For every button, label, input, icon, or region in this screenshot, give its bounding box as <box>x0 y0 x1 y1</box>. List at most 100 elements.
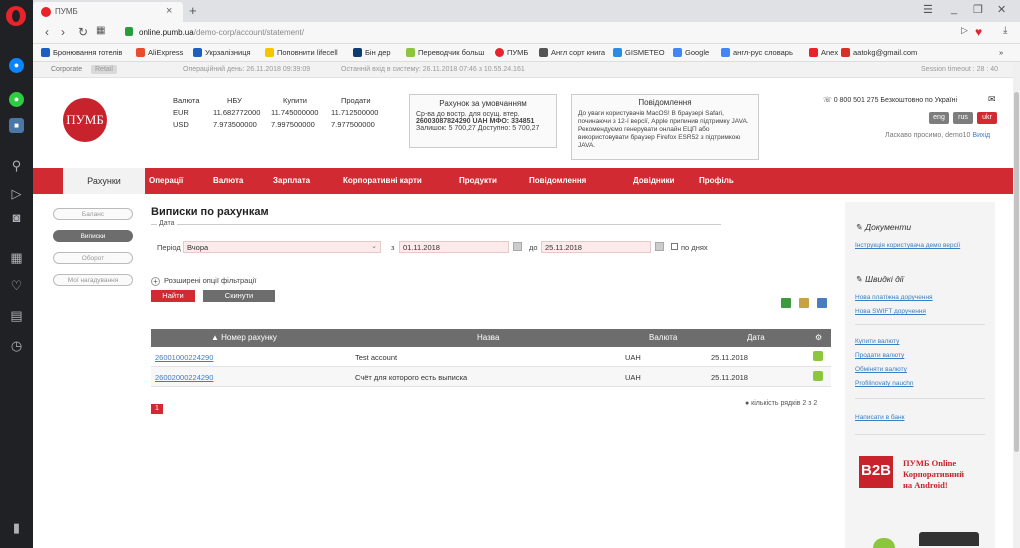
heart-icon[interactable]: ♡ <box>9 278 24 293</box>
to-date-input[interactable]: 25.11.2018 <box>541 241 651 253</box>
more-bookmarks-icon[interactable]: » <box>999 48 1003 57</box>
tab-menu-icon[interactable]: ☰ <box>923 3 933 16</box>
tab-corporate[interactable]: Corporate <box>47 65 86 74</box>
exchange-currency-link[interactable]: Обміняти валюту <box>855 366 907 373</box>
scrollbar-thumb[interactable] <box>1014 92 1019 452</box>
user-manual-link[interactable]: Інструкція користувача демо версії <box>855 242 960 249</box>
news-icon[interactable]: ▷ <box>9 186 24 201</box>
back-icon[interactable]: ‹ <box>45 25 49 39</box>
buy-currency-link[interactable]: Купити валюту <box>855 338 899 345</box>
menu-item-messages[interactable]: Повідомлення <box>529 176 586 185</box>
new-swift-link[interactable]: Нова SWIFT доручення <box>855 308 926 315</box>
account-number-link[interactable]: 26002000224290 <box>155 373 213 382</box>
browser-tab[interactable]: ПУМБ × <box>33 2 183 22</box>
menu-item-profile[interactable]: Профіль <box>699 176 734 185</box>
lang-eng-button[interactable]: eng <box>929 112 949 124</box>
row-count-text: ● кількість рядків 2 з 2 <box>745 400 818 407</box>
leftnav-reminders[interactable]: Мої нагадування <box>53 274 133 286</box>
apps-icon[interactable]: ▦ <box>9 250 24 265</box>
bookmark-6[interactable]: ПУМБ <box>495 48 528 57</box>
android-promo-banner[interactable]: B2B ПУМБ Online Корпоративний на Android… <box>855 452 990 548</box>
print-icon[interactable] <box>817 298 827 308</box>
calendar-icon[interactable] <box>655 242 664 251</box>
calendar-icon[interactable] <box>513 242 522 251</box>
bookmark-2[interactable]: Укрзалізниця <box>193 48 251 57</box>
lang-ukr-button[interactable]: ukr <box>977 112 997 124</box>
logout-link[interactable]: Вихід <box>972 132 990 139</box>
close-tab-icon[interactable]: × <box>166 5 172 17</box>
period-select[interactable]: Вчора ⌄ <box>183 241 381 253</box>
clock-icon[interactable]: ◷ <box>9 338 24 353</box>
send-icon[interactable]: ▷ <box>961 25 968 36</box>
maximize-icon[interactable]: ❐ <box>973 3 983 16</box>
menu-item-directories[interactable]: Довідники <box>633 176 675 185</box>
col-account-number[interactable]: ▲ Номер рахунку <box>211 333 277 342</box>
pumb-logo[interactable]: ПУМБ <box>63 98 107 142</box>
from-date-input[interactable]: 01.11.2018 <box>399 241 509 253</box>
leftnav-statements[interactable]: Виписки <box>53 230 133 242</box>
download-icon[interactable]: ⤓ <box>1003 25 1007 36</box>
open-statement-icon[interactable] <box>813 351 823 361</box>
table-row[interactable]: 26002000224290 Счёт для которого есть вы… <box>151 367 831 387</box>
page-scrollbar[interactable] <box>1013 62 1020 548</box>
sidebar-toggle-icon[interactable]: ▮ <box>9 520 24 535</box>
default-account-box[interactable]: Рахунок за умовчанням Ср-ва до востр. дл… <box>409 94 557 148</box>
new-tab-button[interactable]: + <box>189 3 197 18</box>
url-field[interactable]: online.pumb.ua/demo-corp/account/stateme… <box>125 25 925 41</box>
bookmark-0[interactable]: Бронювання готелів <box>41 48 122 57</box>
bookmark-8[interactable]: GISMETEO <box>613 48 665 57</box>
vk-icon[interactable]: ■ <box>9 118 24 133</box>
history-icon[interactable]: ▤ <box>9 308 24 323</box>
col-currency[interactable]: Валюта <box>649 333 677 342</box>
sell-currency-link[interactable]: Продати валюту <box>855 352 904 359</box>
write-bank-link[interactable]: Написати в банк <box>855 414 904 421</box>
leftnav-turnover[interactable]: Оборот <box>53 252 133 264</box>
reset-button[interactable]: Скинути <box>203 290 275 302</box>
menu-item-salary[interactable]: Зарплата <box>273 176 310 185</box>
menu-item-accounts[interactable]: Рахунки <box>63 168 145 194</box>
currency-extra-link[interactable]: Profilinovaty nauchn <box>855 380 914 387</box>
settings-gear-icon[interactable]: ⚙ <box>815 333 822 342</box>
phone-image <box>919 532 979 546</box>
export-excel-icon[interactable] <box>781 298 791 308</box>
find-button[interactable]: Найти <box>151 290 195 302</box>
snapshot-icon[interactable]: ◙ <box>9 210 24 225</box>
bookmark-9[interactable]: Google <box>673 48 709 57</box>
menu-item-corp-cards[interactable]: Корпоративні карти <box>343 176 422 185</box>
opera-logo-icon[interactable] <box>6 6 26 26</box>
minimize-icon[interactable]: _ <box>951 3 957 15</box>
bookmark-7[interactable]: Англ сорт книга <box>539 48 605 57</box>
bookmark-1[interactable]: AliExpress <box>136 48 183 57</box>
by-days-checkbox[interactable] <box>671 243 678 250</box>
forward-icon[interactable]: › <box>61 25 65 39</box>
bookmark-5[interactable]: Переводчик больш <box>406 48 484 57</box>
bookmark-4[interactable]: Бiн дер <box>353 48 391 57</box>
menu-item-operations[interactable]: Операції <box>149 176 183 185</box>
table-row[interactable]: 26001000224290 Test account UAH 25.11.20… <box>151 347 831 367</box>
bookmark-11[interactable]: Anex <box>809 48 838 57</box>
heart-bookmark-icon[interactable]: ♥ <box>975 25 982 39</box>
close-window-icon[interactable]: ✕ <box>997 3 1006 16</box>
export-file-icon[interactable] <box>799 298 809 308</box>
messenger-icon[interactable]: ● <box>9 58 24 73</box>
page-1-button[interactable]: 1 <box>151 404 163 414</box>
whatsapp-icon[interactable]: ● <box>9 92 24 107</box>
advanced-filter-toggle[interactable]: + Розширені опції фільтрації <box>151 276 256 286</box>
speed-dial-icon[interactable]: ▦ <box>96 25 105 36</box>
leftnav-balance[interactable]: Баланс <box>53 208 133 220</box>
tab-retail[interactable]: Retail <box>91 65 117 74</box>
open-statement-icon[interactable] <box>813 371 823 381</box>
col-date[interactable]: Дата <box>747 333 765 342</box>
bookmark-3[interactable]: Поповнити lifecell <box>265 48 338 57</box>
menu-item-products[interactable]: Продукти <box>459 176 497 185</box>
bookmark-12[interactable]: aatokg@gmail.com <box>841 48 917 57</box>
col-name[interactable]: Назва <box>477 333 499 342</box>
reload-icon[interactable]: ↻ <box>78 25 88 39</box>
search-icon[interactable]: ⚲ <box>9 158 24 173</box>
menu-item-currency[interactable]: Валюта <box>213 176 243 185</box>
lang-rus-button[interactable]: rus <box>953 112 973 124</box>
account-number-link[interactable]: 26001000224290 <box>155 353 213 362</box>
new-payment-link[interactable]: Нова платіжна доручення <box>855 294 933 301</box>
bookmark-10[interactable]: англ-рус словарь <box>721 48 793 57</box>
mail-icon[interactable]: ✉ <box>988 94 996 105</box>
